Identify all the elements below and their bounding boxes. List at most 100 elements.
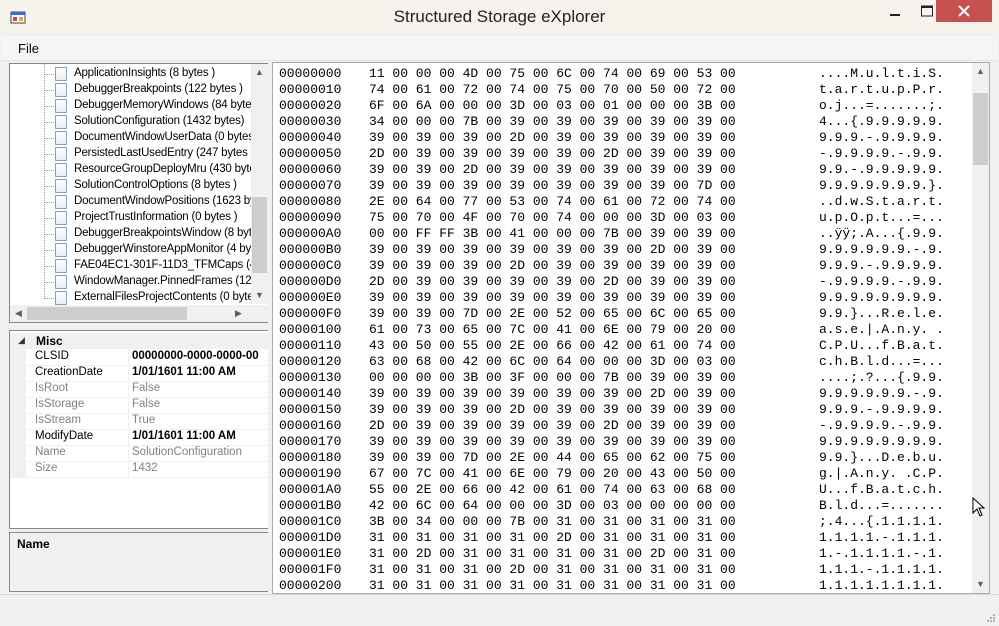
hex-ascii[interactable]: 9.9.9.9.9.9.9.}.: [819, 178, 944, 193]
hex-bytes[interactable]: 2E 00 64 00 77 00 53 00 74 00 61 00 72 0…: [369, 194, 736, 209]
hex-bytes[interactable]: 31 00 31 00 31 00 31 00 2D 00 31 00 31 0…: [369, 530, 736, 545]
property-value[interactable]: 1/01/1601 11:00 AM: [132, 430, 236, 442]
panel-splitter[interactable]: [268, 62, 271, 592]
property-value[interactable]: False: [132, 398, 160, 410]
scroll-right-arrow-icon[interactable]: ▶: [230, 305, 247, 322]
hex-ascii[interactable]: 1.1.1.1.-.1.1.1.: [819, 530, 944, 545]
hex-ascii[interactable]: 4...{.9.9.9.9.9.: [819, 114, 944, 129]
hex-ascii[interactable]: ....M.u.l.t.i.S.: [819, 66, 944, 81]
hex-ascii[interactable]: -.9.9.9.9.-.9.9.: [819, 418, 944, 433]
hex-ascii[interactable]: B.l.d...=.......: [819, 498, 944, 513]
hex-ascii[interactable]: t.a.r.t.u.p.P.r.: [819, 82, 944, 97]
property-value[interactable]: False: [132, 382, 160, 394]
hex-bytes[interactable]: 39 00 39 00 2D 00 39 00 39 00 39 00 39 0…: [369, 162, 736, 177]
hex-ascii[interactable]: 9.9.9.9.9.9.9.9.: [819, 290, 944, 305]
menu-file[interactable]: File: [18, 41, 39, 56]
property-grid[interactable]: ◢ Misc CLSID 00000000-0000-0000-00 Creatio…: [9, 330, 269, 529]
hex-bytes[interactable]: 31 00 31 00 31 00 31 00 31 00 31 00 31 0…: [369, 578, 736, 593]
scroll-left-arrow-icon[interactable]: ◀: [10, 305, 27, 322]
collapse-triangle-icon[interactable]: ◢: [18, 335, 25, 346]
close-button[interactable]: [936, 0, 992, 22]
hex-ascii[interactable]: -.9.9.9.9.-.9.9.: [819, 274, 944, 289]
hex-bytes[interactable]: 74 00 61 00 72 00 74 00 75 00 70 00 50 0…: [369, 82, 736, 97]
storage-tree[interactable]: ApplicationInsights (8 bytes ) DebuggerBr…: [9, 63, 269, 323]
hex-bytes[interactable]: 39 00 39 00 7D 00 2E 00 44 00 65 00 62 0…: [369, 450, 736, 465]
hex-bytes[interactable]: 61 00 73 00 65 00 7C 00 41 00 6E 00 79 0…: [369, 322, 736, 337]
property-row[interactable]: CreationDate 1/01/1601 11:00 AM: [10, 365, 268, 382]
hex-ascii[interactable]: a.s.e.|.A.n.y. .: [819, 322, 944, 337]
tree-vertical-scrollbar[interactable]: ▲ ▼: [251, 64, 268, 304]
property-category-misc[interactable]: ◢ Misc: [10, 333, 268, 349]
hex-scroll-up-arrow-icon[interactable]: ▲: [972, 63, 989, 80]
property-row[interactable]: IsStorage False: [10, 397, 268, 414]
property-value[interactable]: True: [132, 414, 155, 426]
hex-ascii[interactable]: -.9.9.9.9.-.9.9.: [819, 146, 944, 161]
hex-ascii[interactable]: ....;.?...{.9.9.: [819, 370, 944, 385]
scroll-up-arrow-icon[interactable]: ▲: [251, 64, 268, 81]
hex-ascii[interactable]: 9.9.9.9.9.9.9.9.: [819, 434, 944, 449]
hex-ascii[interactable]: 9.9.-.9.9.9.9.9.: [819, 162, 944, 177]
minimize-button[interactable]: [880, 0, 910, 22]
hex-ascii[interactable]: ..ÿÿ;.A...{.9.9.: [819, 226, 944, 241]
hex-ascii[interactable]: 9.9.}...D.e.b.u.: [819, 450, 944, 465]
property-row[interactable]: Size 1432: [10, 461, 268, 478]
property-value[interactable]: 00000000-0000-0000-00: [132, 350, 259, 362]
hex-ascii[interactable]: u.p.O.p.t...=...: [819, 210, 944, 225]
property-row[interactable]: CLSID 00000000-0000-0000-00: [10, 349, 268, 366]
hex-bytes[interactable]: 67 00 7C 00 41 00 6E 00 79 00 20 00 43 0…: [369, 466, 736, 481]
hex-ascii[interactable]: U...f.B.a.t.c.h.: [819, 482, 944, 497]
hex-bytes[interactable]: 43 00 50 00 55 00 2E 00 66 00 42 00 61 0…: [369, 338, 736, 353]
hex-ascii[interactable]: 9.9.9.-.9.9.9.9.: [819, 130, 944, 145]
property-row[interactable]: IsRoot False: [10, 381, 268, 398]
hex-bytes[interactable]: 2D 00 39 00 39 00 39 00 39 00 2D 00 39 0…: [369, 274, 736, 289]
hex-bytes[interactable]: 34 00 00 00 7B 00 39 00 39 00 39 00 39 0…: [369, 114, 736, 129]
hex-bytes[interactable]: 39 00 39 00 7D 00 2E 00 52 00 65 00 6C 0…: [369, 306, 736, 321]
hex-bytes[interactable]: 11 00 00 00 4D 00 75 00 6C 00 74 00 69 0…: [369, 66, 736, 81]
hex-scroll-down-arrow-icon[interactable]: ▼: [972, 576, 989, 593]
property-row[interactable]: ModifyDate 1/01/1601 11:00 AM: [10, 429, 268, 446]
hex-bytes[interactable]: 3B 00 34 00 00 00 7B 00 31 00 31 00 31 0…: [369, 514, 736, 529]
hex-bytes[interactable]: 2D 00 39 00 39 00 39 00 39 00 2D 00 39 0…: [369, 146, 736, 161]
hex-bytes[interactable]: 39 00 39 00 39 00 2D 00 39 00 39 00 39 0…: [369, 258, 736, 273]
hex-bytes[interactable]: 39 00 39 00 39 00 2D 00 39 00 39 00 39 0…: [369, 130, 736, 145]
hex-bytes[interactable]: 39 00 39 00 39 00 39 00 39 00 39 00 2D 0…: [369, 386, 736, 401]
hex-bytes[interactable]: 31 00 2D 00 31 00 31 00 31 00 31 00 2D 0…: [369, 546, 736, 561]
hex-bytes[interactable]: 39 00 39 00 39 00 39 00 39 00 39 00 39 0…: [369, 178, 736, 193]
tree-horizontal-scroll-thumb[interactable]: [27, 307, 187, 320]
hex-bytes[interactable]: 39 00 39 00 39 00 39 00 39 00 39 00 39 0…: [369, 434, 736, 449]
hex-ascii[interactable]: C.P.U...f.B.a.t.: [819, 338, 944, 353]
hex-ascii[interactable]: 1.-.1.1.1.1.-.1.: [819, 546, 944, 561]
tree-horizontal-scrollbar[interactable]: ◀ ▶: [10, 305, 268, 322]
tree-vertical-scroll-thumb[interactable]: [252, 197, 267, 273]
resize-grip-icon[interactable]: [986, 613, 996, 623]
hex-vertical-scroll-thumb[interactable]: [973, 93, 988, 165]
hex-ascii[interactable]: g.|.A.n.y. .C.P.: [819, 466, 944, 481]
hex-ascii[interactable]: o.j...=.......;.: [819, 98, 944, 113]
hex-view[interactable]: 00000000 11 00 00 00 4D 00 75 00 6C 00 74…: [272, 62, 990, 594]
hex-bytes[interactable]: 75 00 70 00 4F 00 70 00 74 00 00 00 3D 0…: [369, 210, 736, 225]
property-value[interactable]: 1432: [132, 462, 158, 474]
hex-ascii[interactable]: ;.4...{.1.1.1.1.: [819, 514, 944, 529]
hex-ascii[interactable]: 9.9.9.-.9.9.9.9.: [819, 402, 944, 417]
property-value[interactable]: SolutionConfiguration: [132, 446, 242, 458]
hex-ascii[interactable]: 9.9.9.9.9.9.-.9.: [819, 386, 944, 401]
hex-bytes[interactable]: 2D 00 39 00 39 00 39 00 39 00 2D 00 39 0…: [369, 418, 736, 433]
hex-ascii[interactable]: 1.1.1.-.1.1.1.1.: [819, 562, 944, 577]
hex-ascii[interactable]: 1.1.1.1.1.1.1.1.: [819, 578, 944, 593]
hex-bytes[interactable]: 63 00 68 00 42 00 6C 00 64 00 00 00 3D 0…: [369, 354, 736, 369]
hex-ascii[interactable]: 9.9.9.-.9.9.9.9.: [819, 258, 944, 273]
hex-bytes[interactable]: 39 00 39 00 39 00 39 00 39 00 39 00 39 0…: [369, 290, 736, 305]
hex-bytes[interactable]: 55 00 2E 00 66 00 42 00 61 00 74 00 63 0…: [369, 482, 736, 497]
hex-ascii[interactable]: 9.9.}...R.e.l.e.: [819, 306, 944, 321]
property-row[interactable]: IsStream True: [10, 413, 268, 430]
property-row[interactable]: Name SolutionConfiguration: [10, 445, 268, 462]
hex-bytes[interactable]: 00 00 00 00 3B 00 3F 00 00 00 7B 00 39 0…: [369, 370, 736, 385]
hex-bytes[interactable]: 39 00 39 00 39 00 2D 00 39 00 39 00 39 0…: [369, 402, 736, 417]
hex-bytes[interactable]: 6F 00 6A 00 00 00 3D 00 03 00 01 00 00 0…: [369, 98, 736, 113]
hex-ascii[interactable]: 9.9.9.9.9.9.-.9.: [819, 242, 944, 257]
scroll-down-arrow-icon[interactable]: ▼: [251, 287, 268, 304]
hex-bytes[interactable]: 31 00 31 00 31 00 2D 00 31 00 31 00 31 0…: [369, 562, 736, 577]
hex-bytes[interactable]: 00 00 FF FF 3B 00 41 00 00 00 7B 00 39 0…: [369, 226, 736, 241]
hex-bytes[interactable]: 39 00 39 00 39 00 39 00 39 00 39 00 2D 0…: [369, 242, 736, 257]
hex-ascii[interactable]: ..d.w.S.t.a.r.t.: [819, 194, 944, 209]
